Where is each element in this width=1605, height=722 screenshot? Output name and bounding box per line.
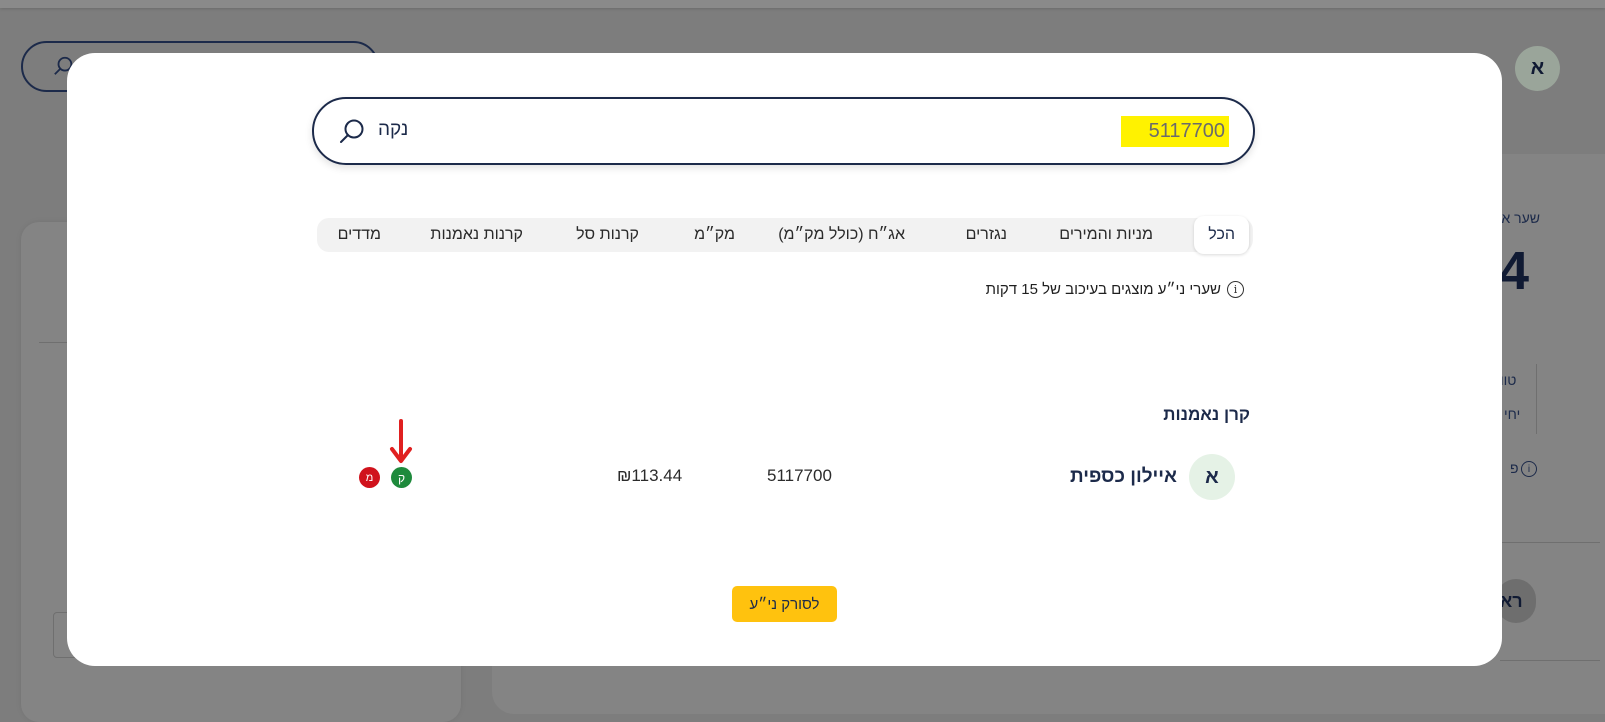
sell-button[interactable]: מ	[359, 467, 380, 488]
tab-derivatives[interactable]: נגזרים	[966, 218, 1007, 252]
results-section-title: קרן נאמנות	[1163, 405, 1250, 424]
background-pill: רא	[1496, 579, 1536, 623]
delay-notice: i שערי ני״ע מוצגים בעיכוב של 15 דקות	[986, 281, 1244, 298]
tab-bonds[interactable]: אג״ח (כולל מק״מ)	[778, 218, 905, 252]
security-search-bar[interactable]: 5117700 נקה	[312, 97, 1255, 165]
security-price: ₪113.44	[617, 466, 683, 485]
info-icon: i	[1227, 281, 1244, 298]
tab-makam[interactable]: מק״מ	[694, 218, 735, 252]
tab-mutual-funds[interactable]: קרנות נאמנות	[430, 218, 523, 252]
search-icon[interactable]	[338, 118, 366, 146]
tab-stocks[interactable]: מניות והמירים	[1059, 218, 1153, 252]
background-avatar: א	[1515, 46, 1560, 91]
info-icon: i	[1521, 461, 1537, 477]
background-top-bar	[0, 0, 1605, 8]
security-scanner-button[interactable]: לסורק ני״ע	[732, 586, 837, 622]
tab-indices[interactable]: מדדים	[338, 218, 381, 252]
search-input[interactable]: 5117700	[1120, 116, 1229, 147]
security-name-link[interactable]: איילון כספית	[1070, 466, 1177, 488]
category-tabs: הכל מניות והמירים נגזרים אג״ח (כולל מק״מ…	[317, 216, 1253, 254]
security-code: 5117700	[767, 466, 832, 485]
search-modal: 5117700 נקה הכל מניות והמירים נגזרים אג״…	[67, 53, 1502, 666]
background-row-label: יחי	[1504, 406, 1521, 422]
background-info-text: פ	[1510, 460, 1519, 476]
divider	[1536, 364, 1537, 434]
buy-button[interactable]: ק	[391, 467, 412, 488]
clear-button[interactable]: נקה	[378, 119, 408, 141]
tab-etfs[interactable]: קרנות סל	[576, 218, 639, 252]
background-row-label: טוו	[1500, 372, 1517, 388]
divider	[1500, 542, 1600, 543]
divider	[1500, 660, 1600, 661]
tab-all[interactable]: הכל	[1194, 216, 1249, 254]
delay-notice-text: שערי ני״ע מוצגים בעיכוב של 15 דקות	[985, 281, 1221, 298]
background-label: שער א	[1501, 210, 1540, 226]
result-row[interactable]: א איילון כספית 5117700 ₪113.44 ק מ	[67, 446, 1502, 506]
security-avatar: א	[1189, 454, 1235, 500]
